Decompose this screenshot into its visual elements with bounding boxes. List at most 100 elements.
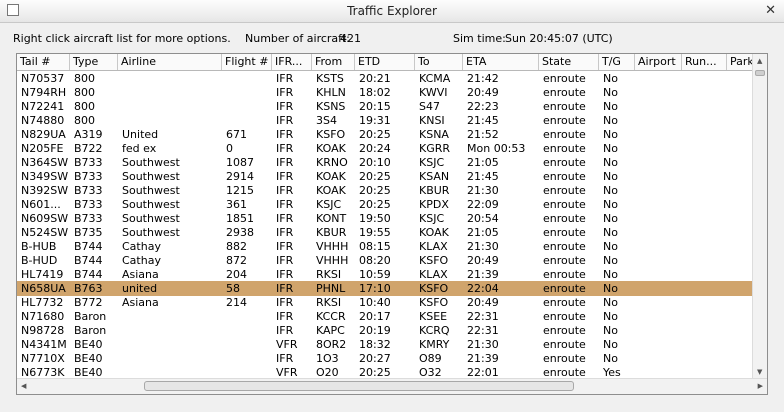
cell-eta: 21:30 (467, 338, 499, 351)
cell-airline (122, 337, 222, 352)
table-row[interactable]: B-HUB B744 Cathay 882 IFR VHHH 08:15 KLAX 21:30 e… (17, 239, 753, 254)
column-header-etd[interactable]: ETD (355, 54, 415, 70)
table-row[interactable]: N524SW B735 Southwest 2938 IFR KBUR 19:55 KOAK 2… (17, 225, 753, 240)
table-row[interactable]: N205FE B722 fed ex 0 IFR KOAK 20:24 KGRR Mon 00:… (17, 141, 753, 156)
cell-rules: IFR (276, 86, 294, 99)
cell-airline: Southwest (122, 156, 180, 169)
aircraft-rows[interactable]: N70537 800 IFR KSTS 20:21 KCMA 21:42 enroute No N… (17, 71, 753, 379)
table-row[interactable]: N70537 800 IFR KSTS 20:21 KCMA 21:42 enroute No (17, 71, 753, 86)
cell-flight: 361 (226, 198, 247, 211)
cell-flight (226, 323, 272, 338)
cell-state: enroute (543, 366, 586, 379)
table-row[interactable]: N349SW B733 Southwest 2914 IFR KOAK 20:25 KSAN 2… (17, 169, 753, 184)
cell-eta: 20:49 (467, 296, 499, 309)
cell-tail: N7710X (21, 352, 65, 365)
vertical-scrollbar[interactable]: ▲ ▼ (752, 54, 767, 379)
scroll-down-icon[interactable]: ▼ (757, 368, 762, 376)
cell-to: KOAK (419, 226, 449, 239)
table-row[interactable]: N4341M BE40 VFR 8OR2 18:32 KMRY 21:30 enroute No (17, 337, 753, 352)
cell-rules: IFR (276, 352, 294, 365)
cell-from: KHLN (316, 86, 346, 99)
column-header-airport[interactable]: Airport (635, 54, 682, 70)
cell-airline (122, 99, 222, 114)
cell-tail: N74880 (21, 114, 65, 127)
table-row[interactable]: N71680 Baron IFR KCCR 20:17 KSEE 22:31 enroute N… (17, 309, 753, 324)
table-row[interactable]: N98728 Baron IFR KAPC 20:19 KCRQ 22:31 enroute N… (17, 323, 753, 338)
table-row[interactable]: N6773K BE40 VFR O20 20:25 O32 22:01 enroute Yes (17, 365, 753, 379)
cell-state: enroute (543, 128, 586, 141)
table-row[interactable]: N392SW B733 Southwest 1215 IFR KOAK 20:25 KBUR 2… (17, 183, 753, 198)
column-header-airline[interactable]: Airline (118, 54, 222, 70)
table-row[interactable]: N794RH 800 IFR KHLN 18:02 KWVI 20:49 enroute No (17, 85, 753, 100)
cell-rules: IFR (276, 72, 294, 85)
cell-from: O20 (316, 366, 339, 379)
cell-etd: 20:25 (359, 366, 391, 379)
column-header-parking[interactable]: Park... (727, 54, 753, 70)
cell-airline (122, 85, 222, 100)
column-header-state[interactable]: State (539, 54, 599, 70)
cell-airline: Southwest (122, 198, 180, 211)
scroll-left-icon[interactable]: ◀ (21, 382, 26, 390)
table-row[interactable]: N72241 800 IFR KSNS 20:15 S47 22:23 enroute No (17, 99, 753, 114)
cell-flight: 1851 (226, 212, 254, 225)
column-header-flight[interactable]: Flight # (222, 54, 272, 70)
column-header-type[interactable]: Type (70, 54, 118, 70)
cell-from: KCCR (316, 310, 346, 323)
cell-type: B772 (74, 296, 103, 309)
table-row[interactable]: N601... B733 Southwest 361 IFR KSJC 20:25 KPDX 2… (17, 197, 753, 212)
cell-touch-and-go: No (603, 128, 618, 141)
table-row[interactable]: N609SW B733 Southwest 1851 IFR KONT 19:50 KSJC 2… (17, 211, 753, 226)
cell-from: RKSI (316, 296, 342, 309)
cell-etd: 20:25 (359, 184, 391, 197)
cell-state: enroute (543, 100, 586, 113)
cell-type: 800 (74, 100, 95, 113)
scroll-right-icon[interactable]: ▶ (758, 382, 763, 390)
table-row[interactable]: B-HUD B744 Cathay 872 IFR VHHH 08:20 KSFO 20:49 e… (17, 253, 753, 268)
cell-flight: 1087 (226, 156, 254, 169)
column-header-rules[interactable]: IFR... (272, 54, 312, 70)
cell-from: KOAK (316, 184, 346, 197)
column-header-to[interactable]: To (415, 54, 463, 70)
cell-etd: 20:25 (359, 170, 391, 183)
aircraft-count-label: Number of aircraft: (245, 32, 350, 45)
cell-state: enroute (543, 268, 586, 281)
cell-from: KBUR (316, 226, 347, 239)
horizontal-scroll-thumb[interactable] (144, 381, 574, 391)
column-header-touch-and-go[interactable]: T/G (599, 54, 635, 70)
cell-tail: N392SW (21, 184, 69, 197)
table-row[interactable]: HL7419 B744 Asiana 204 IFR RKSI 10:59 KLAX 21:39… (17, 267, 753, 282)
cell-eta: 21:52 (467, 128, 499, 141)
table-row[interactable]: N74880 800 IFR 3S4 19:31 KNSI 21:45 enroute No (17, 113, 753, 128)
table-row-selected[interactable]: N658UA B763 united 58 IFR PHNL 17:10 KSFO 22:04 e… (17, 281, 753, 296)
cell-from: KSFO (316, 128, 346, 141)
cell-rules: IFR (276, 114, 294, 127)
vertical-scroll-thumb[interactable] (755, 70, 765, 76)
cell-to: KSNA (419, 128, 449, 141)
cell-etd: 19:50 (359, 212, 391, 225)
cell-airline (122, 323, 222, 338)
column-header-runway[interactable]: Run... (682, 54, 727, 70)
scroll-up-icon[interactable]: ▲ (757, 57, 762, 65)
table-row[interactable]: N364SW B733 Southwest 1087 IFR KRNO 20:10 KSJC 2… (17, 155, 753, 170)
cell-to: KSEE (419, 310, 448, 323)
cell-type: B744 (74, 268, 103, 281)
table-row[interactable]: N829UA A319 United 671 IFR KSFO 20:25 KSNA 21:52… (17, 127, 753, 142)
cell-from: KSTS (316, 72, 344, 85)
table-row[interactable]: HL7732 B772 Asiana 214 IFR RKSI 10:40 KSFO 20:49… (17, 295, 753, 310)
column-header-row: Tail # Type Airline Flight # IFR... From ETD To… (17, 54, 753, 71)
table-row[interactable]: N7710X BE40 IFR 1O3 20:27 O89 21:39 enroute No (17, 351, 753, 366)
horizontal-scrollbar[interactable]: ◀ ▶ (17, 378, 767, 394)
cell-tail: N205FE (21, 142, 64, 155)
column-header-tail[interactable]: Tail # (17, 54, 70, 70)
cell-etd: 20:19 (359, 324, 391, 337)
cell-state: enroute (543, 324, 586, 337)
column-header-eta[interactable]: ETA (463, 54, 539, 70)
cell-rules: IFR (276, 296, 294, 309)
cell-etd: 20:25 (359, 198, 391, 211)
column-header-from[interactable]: From (312, 54, 355, 70)
cell-airline (122, 113, 222, 128)
aircraft-list[interactable]: Tail # Type Airline Flight # IFR... From ETD To… (16, 53, 768, 395)
close-icon[interactable]: ✕ (765, 3, 776, 18)
cell-touch-and-go: No (603, 212, 618, 225)
cell-from: KSJC (316, 198, 342, 211)
